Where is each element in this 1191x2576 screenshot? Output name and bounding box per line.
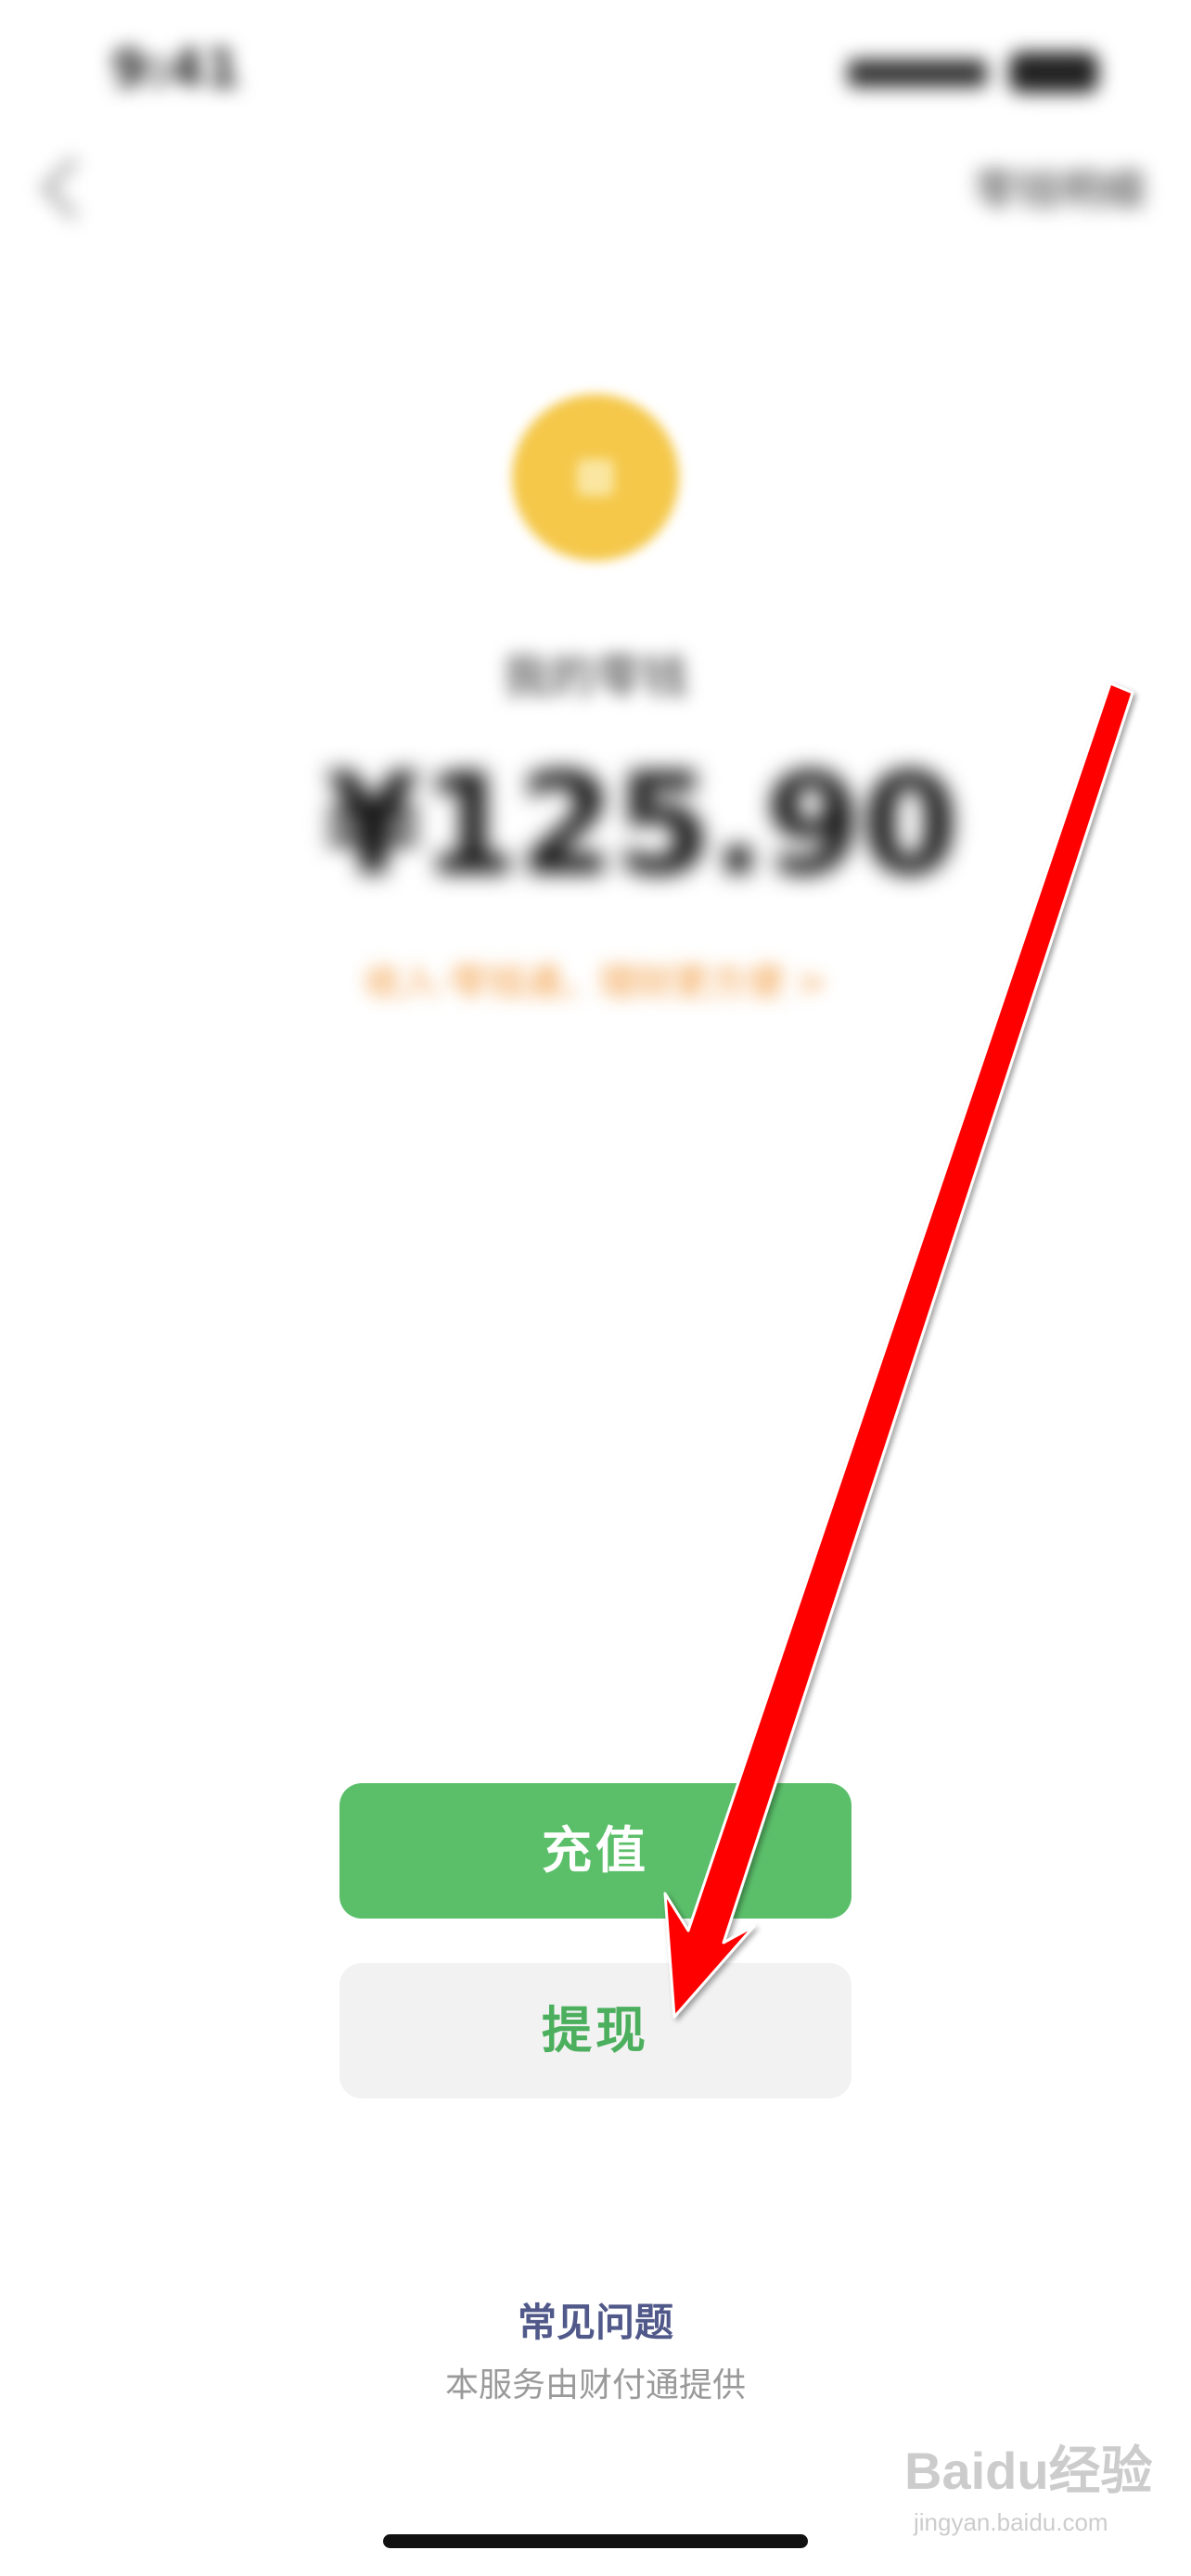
coin-icon	[512, 394, 679, 561]
status-bar-time: 9:41	[111, 39, 241, 99]
watermark-logo: Baidu经验	[904, 2442, 1153, 2500]
balance-note-link[interactable]: 收入·零钱通，理财更方便 >	[306, 950, 885, 1015]
status-bar-indicators	[848, 41, 1098, 100]
home-indicator[interactable]	[383, 2534, 808, 2548]
baidu-watermark: Baidu经验 jingyan.baidu.com	[904, 2439, 1183, 2550]
battery-icon	[1009, 52, 1098, 93]
watermark-url: jingyan.baidu.com	[914, 2508, 1108, 2536]
balance-detail-link[interactable]: 零钱明细	[941, 158, 1145, 223]
balance-amount: ¥125.90	[325, 745, 959, 906]
provider-text: 本服务由财付通提供	[444, 2366, 746, 2404]
wallet-balance-screen: 9:41 零钱明细 我的零钱 ¥125.90 收入·零钱通，理财更方便 > 充值…	[0, 0, 1191, 2576]
balance-label: 我的零钱	[503, 650, 688, 704]
recharge-button[interactable]: 充值	[339, 1783, 852, 1919]
chevron-left-icon[interactable]	[28, 153, 104, 227]
withdraw-button[interactable]: 提现	[339, 1963, 852, 2098]
signal-icon	[848, 59, 987, 87]
faq-link[interactable]: 常见问题	[364, 2286, 827, 2360]
red-arrow-annotation	[663, 682, 1134, 2019]
